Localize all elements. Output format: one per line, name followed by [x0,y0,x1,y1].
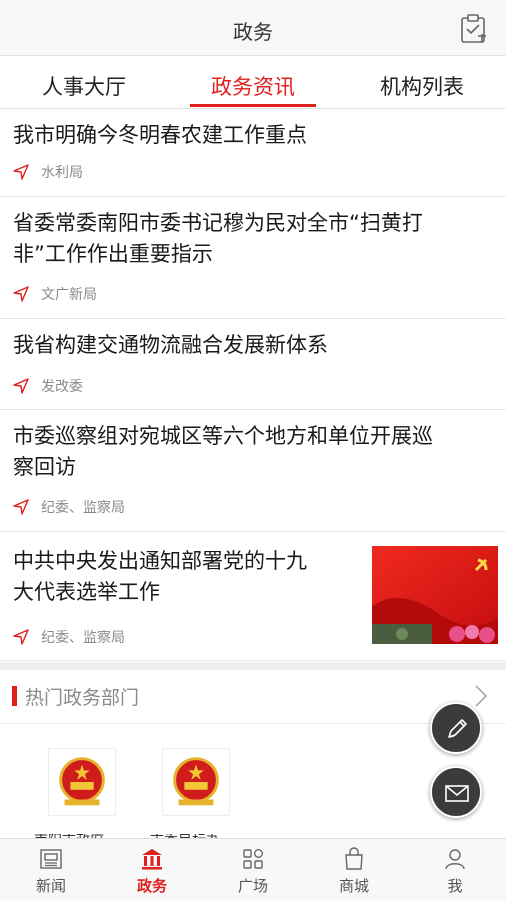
tabbar-label: 广场 [237,877,268,895]
hot-departments-section: 热门政务部门 南阳市政府 市委目标办 [0,670,506,840]
send-arrow-icon [13,629,29,645]
page-title: 政务 [233,20,273,44]
news-item[interactable]: 市委巡察组对宛城区等六个地方和单位开展巡 察回访 纪委、监察局 [0,411,506,532]
news-title: 中共中央发出通知部署党的十九 大代表选举工作 [13,549,307,604]
news-title: 市委巡察组对宛城区等六个地方和单位开展巡 察回访 [13,424,433,479]
send-arrow-icon [13,164,29,180]
news-meta: 纪委、监察局 [13,627,125,647]
tab-personnel-hall[interactable]: 人事大厅 [4,71,164,101]
news-meta: 文广新局 [13,284,97,304]
person-icon [445,849,465,870]
tabbar-plaza[interactable]: 广场 [203,839,303,900]
news-item[interactable]: 省委常委南阳市委书记穆为民对全市“扫黄打 非”工作作出重要指示 文广新局 [0,198,506,319]
news-item[interactable]: 我市明确今冬明春农建工作重点 水利局 [0,110,506,197]
newspaper-icon [40,849,62,869]
tab-institution-list[interactable]: 机构列表 [342,71,502,101]
clipboard-icon[interactable] [460,14,488,44]
message-button[interactable] [430,766,482,818]
chevron-right-icon[interactable] [474,684,488,708]
tabbar-label: 商城 [338,877,369,895]
news-title: 我市明确今冬明春农建工作重点 [13,123,307,147]
news-source: 发改委 [41,379,83,395]
mail-icon [445,785,469,802]
tab-government-news[interactable]: 政务资讯 [173,71,333,101]
news-title: 我省构建交通物流融合发展新体系 [13,333,328,357]
grid-icon [243,849,263,869]
national-emblem-icon[interactable] [48,748,116,816]
section-title: 热门政务部门 [25,687,140,709]
tabbar-government[interactable]: 政务 [102,839,202,900]
send-arrow-icon [13,378,29,394]
news-item[interactable]: 我省构建交通物流融合发展新体系 发改委 [0,320,506,410]
send-arrow-icon [13,286,29,302]
news-meta: 水利局 [13,162,83,182]
compose-button[interactable] [430,702,482,754]
tabbar-news[interactable]: 新闻 [1,839,101,900]
news-meta: 纪委、监察局 [13,497,125,517]
news-source: 水利局 [41,165,83,181]
pencil-icon [448,719,467,738]
tabbar-me[interactable]: 我 [405,839,505,900]
tabbar-label: 我 [447,877,463,895]
tabbar-mall[interactable]: 商城 [304,839,404,900]
news-item[interactable]: 中共中央发出通知部署党的十九 大代表选举工作 纪委、监察局 [0,533,506,661]
news-source: 纪委、监察局 [41,500,125,516]
news-title: 省委常委南阳市委书记穆为民对全市“扫黄打 非”工作作出重要指示 [13,211,423,266]
tabbar-label: 政务 [136,877,167,895]
section-marker [12,686,17,706]
news-meta: 发改委 [13,376,83,396]
news-source: 纪委、监察局 [41,630,125,646]
shopping-bag-icon [345,847,363,870]
government-building-icon [142,849,162,870]
top-header: 政务 [0,0,506,56]
bottom-tab-bar: 新闻 政务 广场 商城 我 [0,838,506,900]
sub-tabs: 人事大厅 政务资讯 机构列表 [0,57,506,109]
active-tab-indicator [190,104,316,107]
send-arrow-icon [13,499,29,515]
national-emblem-icon[interactable] [162,748,230,816]
tabbar-label: 新闻 [35,877,66,895]
news-thumbnail-image [372,546,498,644]
news-source: 文广新局 [41,287,97,303]
section-gap [0,662,506,670]
